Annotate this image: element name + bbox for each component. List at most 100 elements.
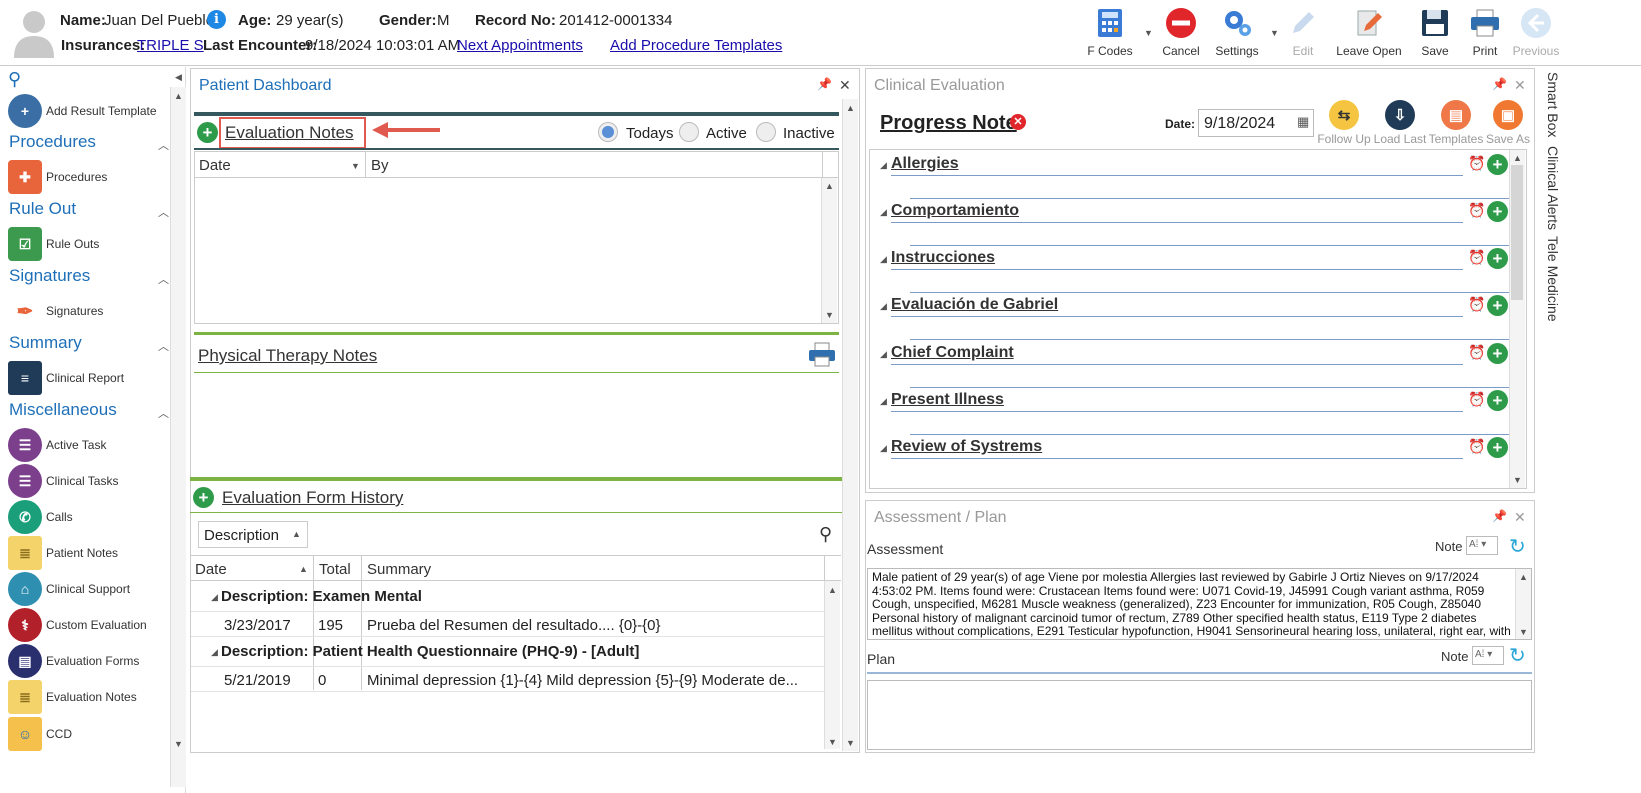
load-last-button[interactable]: ⇩ Load Last [1372, 100, 1428, 146]
sidebar-item-rule-outs[interactable]: ☑ Rule Outs [8, 227, 99, 261]
col-date-header[interactable]: Date [199, 157, 231, 174]
physical-therapy-notes-link[interactable]: Physical Therapy Notes [198, 346, 377, 366]
alarm-clock-icon[interactable]: ⏰ [1468, 202, 1485, 219]
chevron-up-icon[interactable]: ︿ [158, 271, 169, 287]
section-present-illness[interactable]: ◢ Present Illness ⏰ + [880, 387, 1520, 435]
add-icon[interactable]: + [1487, 154, 1508, 175]
sidebar-scroll-up-icon[interactable]: ▲ [174, 91, 183, 101]
table-row[interactable]: 5/21/2019 0 Minimal depression {1}-{4} M… [191, 666, 824, 692]
add-evaluation-note-icon[interactable]: + [197, 122, 218, 143]
cancel-button[interactable]: Cancel [1160, 6, 1202, 58]
assessment-scroll-down-icon[interactable]: ▼ [1519, 627, 1528, 637]
table-row[interactable]: 3/23/2017 195 Prueba del Resumen del res… [191, 611, 824, 637]
note-template-dropdown[interactable]: A⁞ ▾ [1466, 536, 1498, 555]
col-by-header[interactable]: By [371, 157, 389, 174]
sidebar-item-signatures[interactable]: ✒ Signatures [8, 294, 103, 328]
section-chief-complaint[interactable]: ◢ Chief Complaint ⏰ + [880, 340, 1520, 388]
add-icon[interactable]: + [1487, 343, 1508, 364]
tab-clinical-alerts[interactable]: Clinical Alerts [1545, 146, 1561, 230]
group-row[interactable]: ◢ Description: Examen Mental [191, 583, 824, 609]
sidebar-item-evaluation-forms[interactable]: ▤ Evaluation Forms [8, 644, 139, 678]
notes-scroll-up-icon[interactable]: ▲ [825, 181, 834, 191]
templates-button[interactable]: ▤ Templates [1428, 100, 1484, 146]
sidebar-item-ccd[interactable]: ☺ CCD [8, 717, 72, 751]
follow-up-button[interactable]: ⇆ Follow Up [1316, 100, 1372, 146]
expand-icon[interactable]: ◢ [880, 443, 887, 454]
alarm-clock-icon[interactable]: ⏰ [1468, 155, 1485, 172]
search-icon[interactable]: ⚲ [8, 69, 21, 90]
info-icon[interactable]: i [207, 10, 226, 29]
sort-dropdown-icon[interactable]: ▼ [351, 161, 360, 171]
hist-col-date-header[interactable]: Date [195, 561, 227, 578]
printer-icon[interactable] [808, 342, 836, 373]
section-miscellaneous[interactable]: Miscellaneous [9, 400, 117, 420]
add-icon[interactable]: + [1487, 295, 1508, 316]
expand-icon[interactable]: ◢ [880, 254, 887, 265]
expand-icon[interactable]: ◢ [211, 592, 218, 603]
add-icon[interactable]: + [1487, 390, 1508, 411]
sidebar-item-clinical-support[interactable]: ⌂ Clinical Support [8, 572, 130, 606]
tab-tele-medicine[interactable]: Tele Medicine [1545, 236, 1561, 322]
next-appointments-link[interactable]: Next Appointments [457, 37, 583, 54]
add-icon[interactable]: + [1487, 201, 1508, 222]
section-procedures[interactable]: Procedures [9, 132, 96, 152]
history-scrollbar[interactable] [824, 581, 840, 749]
refresh-icon[interactable]: ↻ [1509, 643, 1526, 668]
sidebar-item-procedures[interactable]: ✚ Procedures [8, 160, 107, 194]
search-icon[interactable]: ⚲ [819, 524, 832, 545]
fcodes-dropdown-icon[interactable]: ▼ [1144, 28, 1153, 38]
plan-textarea[interactable] [867, 680, 1532, 750]
add-icon[interactable]: + [1487, 437, 1508, 458]
sidebar-item-clinical-report[interactable]: ≡ Clinical Report [8, 361, 124, 395]
section-allergies[interactable]: ◢ Allergies ⏰ + [880, 151, 1520, 199]
chevron-up-icon[interactable]: ︿ [158, 204, 169, 220]
expand-icon[interactable]: ◢ [880, 160, 887, 171]
add-evaluation-form-icon[interactable]: + [193, 487, 214, 508]
clinical-scroll-down-icon[interactable]: ▼ [1513, 475, 1522, 485]
pin-icon[interactable]: 📌 [817, 77, 832, 91]
evaluation-notes-scrollbar[interactable] [821, 178, 837, 323]
expand-icon[interactable]: ◢ [880, 349, 887, 360]
alarm-clock-icon[interactable]: ⏰ [1468, 391, 1485, 408]
chevron-up-icon[interactable]: ︿ [158, 137, 169, 153]
sort-asc-icon[interactable]: ▲ [299, 564, 308, 574]
dashboard-scroll-up-icon[interactable]: ▲ [846, 103, 855, 113]
sidebar-scroll-down-icon[interactable]: ▼ [174, 739, 183, 749]
save-as-button[interactable]: ▣ Save As [1480, 100, 1536, 146]
assessment-scroll-up-icon[interactable]: ▲ [1519, 572, 1528, 582]
edit-button[interactable]: Edit [1284, 6, 1322, 58]
plan-template-dropdown[interactable]: A⁞ ▾ [1472, 646, 1504, 665]
section-evaluacion-gabriel[interactable]: ◢ Evaluación de Gabriel ⏰ + [880, 292, 1520, 340]
alarm-clock-icon[interactable]: ⏰ [1468, 296, 1485, 313]
group-by-dropdown[interactable]: Description ▲ [198, 521, 308, 548]
inactive-radio[interactable] [756, 122, 776, 142]
section-comportamiento[interactable]: ◢ Comportamiento ⏰ + [880, 198, 1520, 246]
assessment-textarea[interactable]: Male patient of 29 year(s) of age Viene … [867, 568, 1532, 640]
group-row[interactable]: ◢ Description: Patient Health Questionna… [191, 638, 824, 664]
hist-col-total-header[interactable]: Total [319, 561, 351, 578]
pin-icon[interactable]: 📌 [1492, 509, 1507, 523]
leave-open-button[interactable]: Leave Open [1334, 6, 1404, 58]
section-summary[interactable]: Summary [9, 333, 82, 353]
alarm-clock-icon[interactable]: ⏰ [1468, 249, 1485, 266]
expand-icon[interactable]: ◢ [211, 647, 218, 658]
print-button[interactable]: Print [1465, 6, 1505, 58]
clinical-scroll-thumb[interactable] [1511, 165, 1523, 300]
expand-icon[interactable]: ◢ [880, 396, 887, 407]
sidebar-item-clinical-tasks[interactable]: ☰ Clinical Tasks [8, 464, 118, 498]
sidebar-item-active-task[interactable]: ☰ Active Task [8, 428, 106, 462]
collapse-sidebar-icon[interactable]: ◀ [175, 72, 182, 83]
todays-radio[interactable] [598, 122, 618, 142]
chevron-up-icon[interactable]: ︿ [158, 338, 169, 354]
settings-dropdown-icon[interactable]: ▼ [1270, 28, 1279, 38]
section-rule-out[interactable]: Rule Out [9, 199, 76, 219]
evaluation-form-history-link[interactable]: Evaluation Form History [222, 488, 403, 508]
sidebar-scrollbar[interactable] [170, 87, 186, 787]
sidebar-item-add-result-template[interactable]: + Add Result Template [8, 94, 157, 128]
chevron-up-icon[interactable]: ︿ [158, 405, 169, 421]
refresh-icon[interactable]: ↻ [1509, 534, 1526, 559]
tab-smart-box[interactable]: Smart Box [1545, 72, 1561, 137]
insurance-link[interactable]: TRIPLE S [137, 37, 204, 54]
sidebar-item-calls[interactable]: ✆ Calls [8, 500, 73, 534]
notes-scroll-down-icon[interactable]: ▼ [825, 310, 834, 320]
